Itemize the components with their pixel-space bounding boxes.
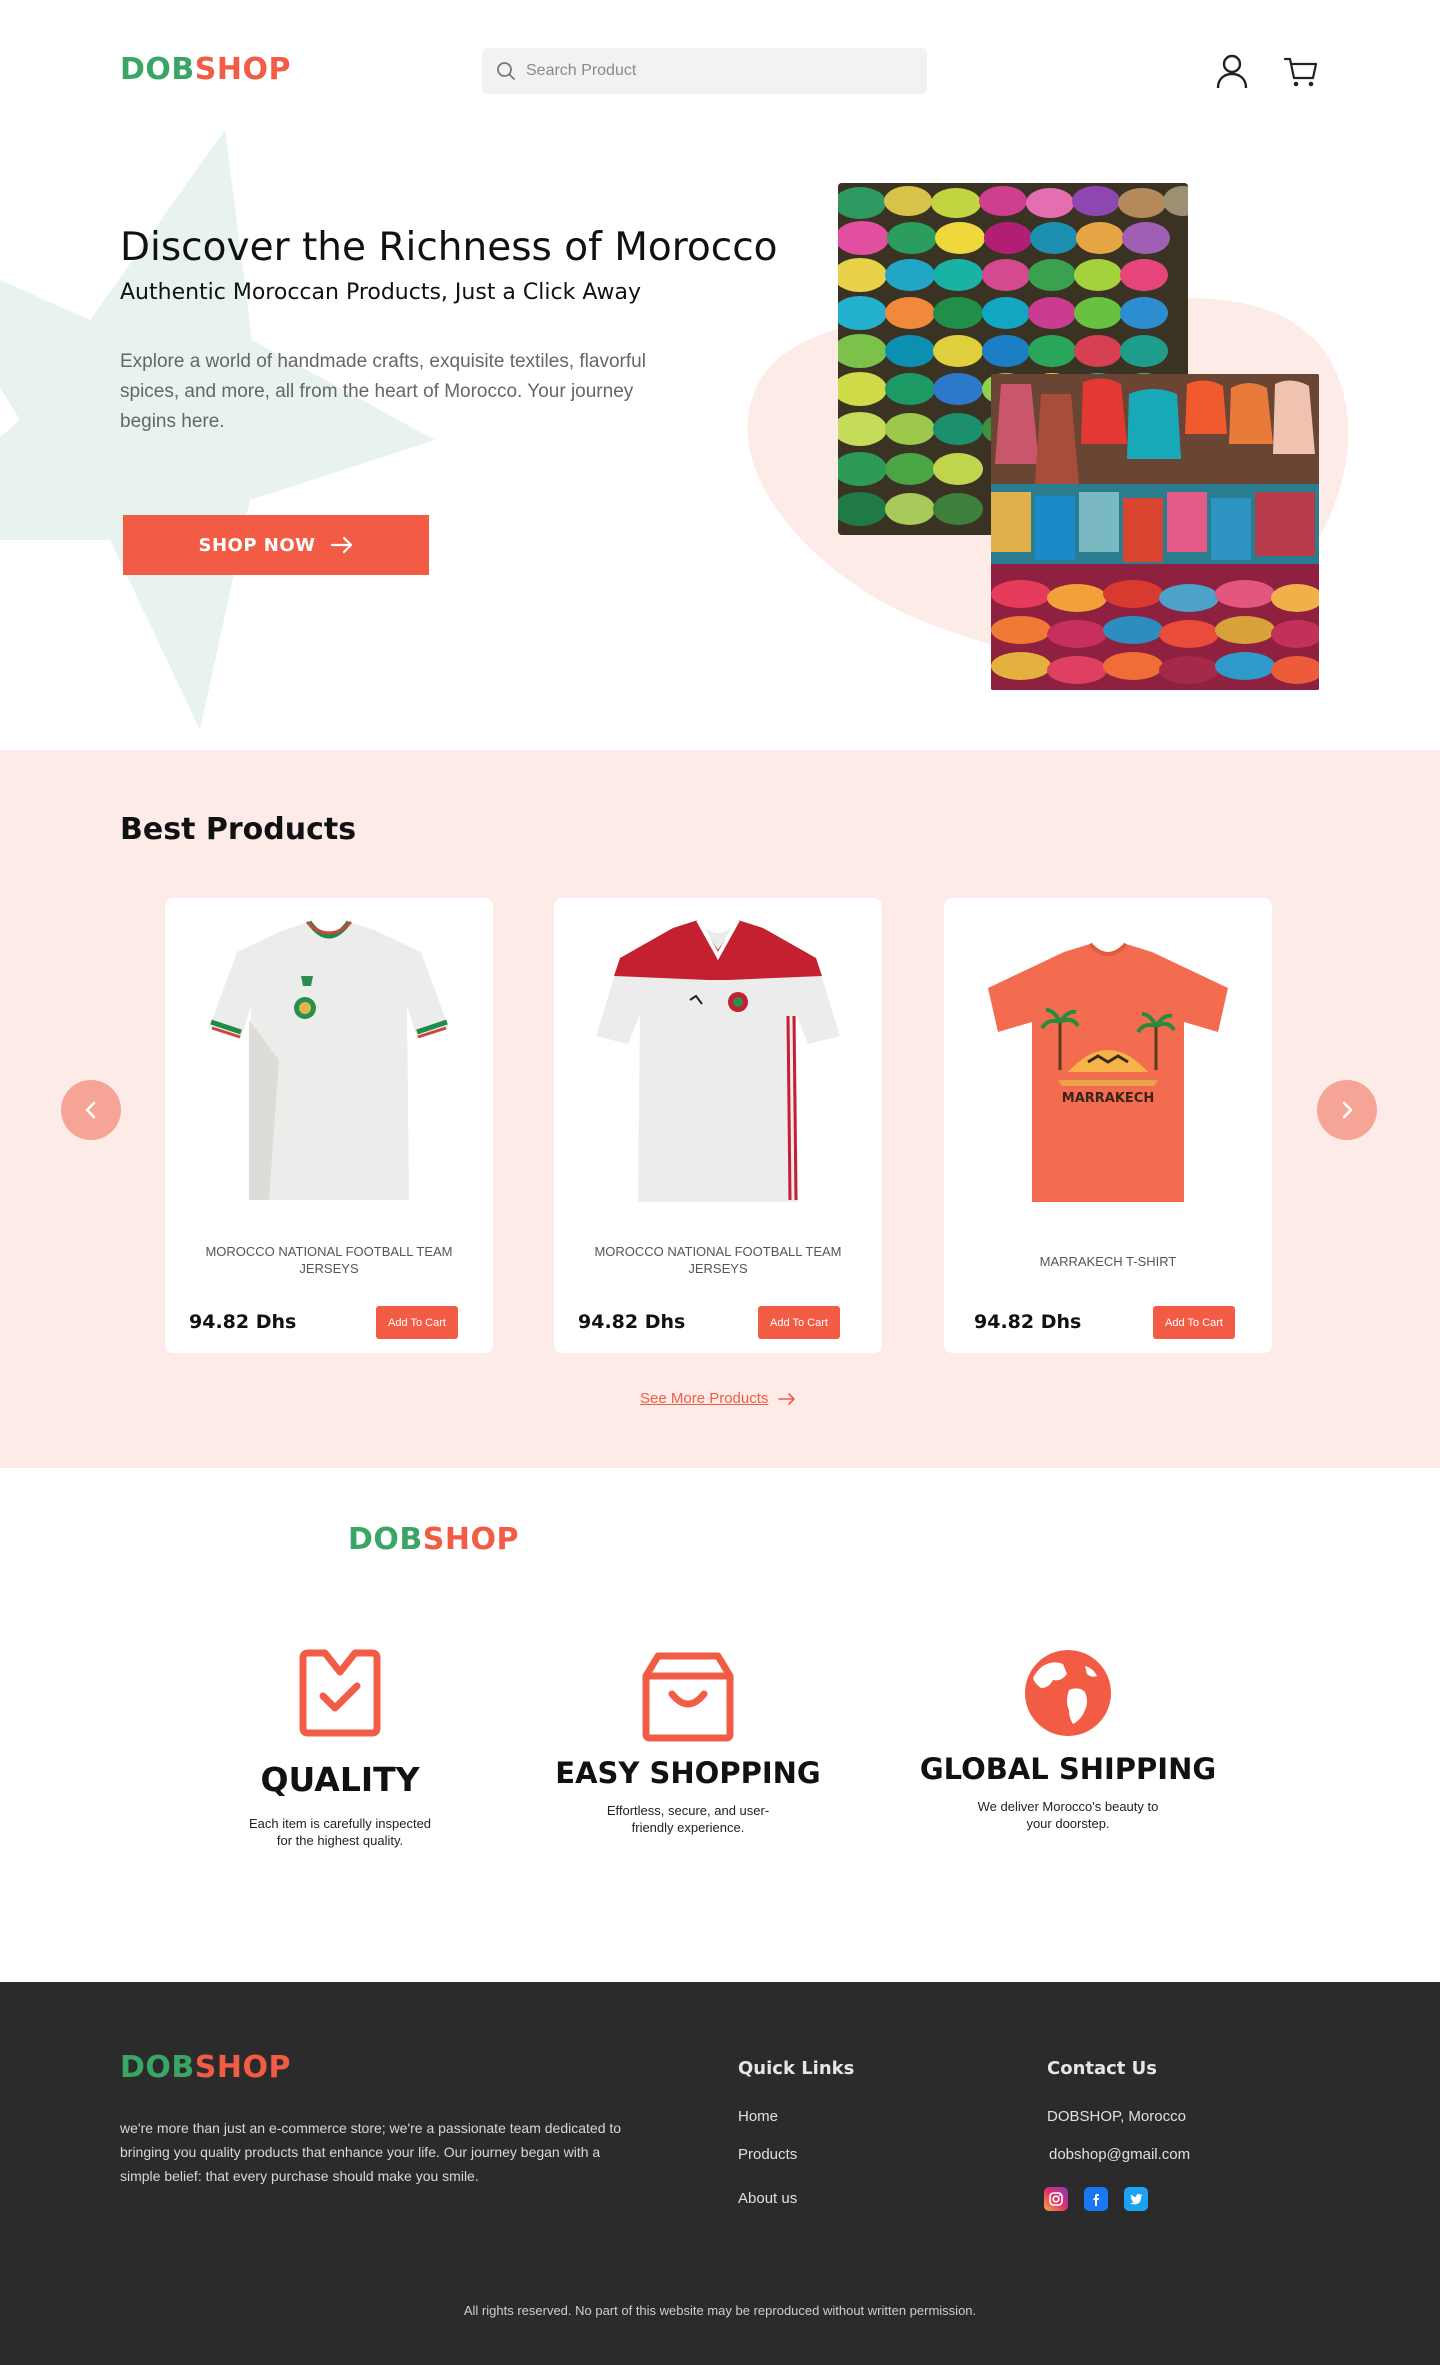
shop-now-label: SHOP NOW: [198, 534, 316, 556]
features-brand-logo: DOBSHOP: [348, 1522, 519, 1557]
contact-location: DOBSHOP, Morocco: [1047, 2108, 1186, 2125]
hero-image-bags: [991, 374, 1319, 690]
brand-logo-part1: DOB: [120, 2050, 195, 2085]
product-card[interactable]: MARRAKECH MARRAKECH T-SHIRT 94.82 Dhs Ad…: [944, 898, 1272, 1353]
brand-logo-part1: DOB: [348, 1522, 423, 1557]
site-footer: DOBSHOP we're more than just an e-commer…: [0, 1982, 1440, 2365]
add-to-cart-button[interactable]: Add To Cart: [376, 1306, 458, 1339]
shop-now-button[interactable]: SHOP NOW: [123, 515, 429, 575]
chevron-right-icon: [1342, 1101, 1353, 1119]
product-image-marrakech-tshirt: MARRAKECH: [988, 942, 1228, 1202]
hero-description: Explore a world of handmade crafts, exqu…: [120, 351, 646, 432]
feature-description: We deliver Morocco's beauty to your door…: [977, 1799, 1159, 1831]
chevron-left-icon: [85, 1101, 96, 1119]
arrow-right-icon: [330, 536, 352, 554]
product-price: 94.82 Dhs: [578, 1311, 686, 1333]
add-to-cart-button[interactable]: Add To Cart: [1153, 1306, 1235, 1339]
user-icon[interactable]: [1213, 52, 1251, 90]
best-products-section: Best Products MOROCCO NATIONAL FOOTBALL …: [0, 750, 1440, 1468]
instagram-icon[interactable]: [1044, 2187, 1068, 2211]
best-products-title: Best Products: [120, 812, 357, 847]
footer-link-products[interactable]: Products: [738, 2146, 797, 2163]
see-more-products-link[interactable]: See More Products: [640, 1390, 796, 1407]
product-price: 94.82 Dhs: [189, 1311, 297, 1333]
feature-quality: QUALITY Each item is carefully inspected…: [190, 1648, 490, 1849]
hero-title: Discover the Richness of Morocco: [120, 225, 778, 270]
carousel-next-button[interactable]: [1317, 1080, 1377, 1140]
product-card[interactable]: MOROCCO NATIONAL FOOTBALL TEAM JERSEYS 9…: [554, 898, 882, 1353]
search-bar[interactable]: [482, 48, 927, 94]
cart-icon[interactable]: [1282, 52, 1320, 90]
hero-subtitle: Authentic Moroccan Products, Just a Clic…: [120, 280, 641, 305]
shopping-bag-icon: [642, 1652, 734, 1742]
product-price: 94.82 Dhs: [974, 1311, 1082, 1333]
carousel-prev-button[interactable]: [61, 1080, 121, 1140]
feature-description: Each item is carefully inspected for the…: [248, 1816, 432, 1848]
product-image-jersey-white-green: [209, 920, 449, 1200]
product-name: MARRAKECH T-SHIRT: [1039, 1254, 1177, 1269]
quick-links-title: Quick Links: [738, 2058, 855, 2079]
feature-title: QUALITY: [260, 1760, 420, 1799]
quality-check-icon: [299, 1649, 381, 1737]
contact-email-link[interactable]: dobshop@gmail.com: [1049, 2146, 1190, 2163]
search-input[interactable]: [526, 62, 906, 80]
product-name: MOROCCO NATIONAL FOOTBALL TEAM JERSEYS: [594, 1244, 842, 1276]
footer-link-home[interactable]: Home: [738, 2108, 778, 2125]
contact-us-title: Contact Us: [1047, 2058, 1158, 2079]
brand-logo[interactable]: DOBSHOP: [120, 52, 291, 87]
product-name: MOROCCO NATIONAL FOOTBALL TEAM JERSEYS: [205, 1244, 453, 1276]
arrow-right-icon: [778, 1392, 796, 1405]
feature-global-shipping: GLOBAL SHIPPING We deliver Morocco's bea…: [918, 1648, 1218, 1832]
tshirt-print-text: MARRAKECH: [1062, 1091, 1154, 1106]
product-card[interactable]: MOROCCO NATIONAL FOOTBALL TEAM JERSEYS 9…: [165, 898, 493, 1353]
feature-easy-shopping: EASY SHOPPING Effortless, secure, and us…: [538, 1648, 838, 1836]
brand-logo-part1: DOB: [120, 52, 195, 87]
product-image-jersey-white-red: [596, 919, 840, 1202]
hero-section: Discover the Richness of Morocco Authent…: [0, 110, 1440, 750]
twitter-icon[interactable]: [1124, 2187, 1148, 2211]
footer-about-text: we're more than just an e-commerce store…: [120, 2120, 622, 2184]
brand-logo-part2: SHOP: [194, 52, 291, 87]
brand-logo-part2: SHOP: [422, 1522, 519, 1557]
footer-link-about-us[interactable]: About us: [738, 2190, 797, 2207]
feature-description: Effortless, secure, and user-friendly ex…: [606, 1803, 770, 1835]
facebook-icon[interactable]: [1084, 2187, 1108, 2211]
footer-copyright: All rights reserved. No part of this web…: [463, 2303, 977, 2318]
feature-title: GLOBAL SHIPPING: [919, 1752, 1217, 1786]
add-to-cart-button[interactable]: Add To Cart: [758, 1306, 840, 1339]
globe-icon: [1025, 1650, 1111, 1736]
search-icon: [497, 62, 515, 80]
feature-title: EASY SHOPPING: [555, 1756, 821, 1790]
footer-brand-logo[interactable]: DOBSHOP: [120, 2050, 291, 2085]
brand-logo-part2: SHOP: [194, 2050, 291, 2085]
see-more-label: See More Products: [640, 1390, 769, 1407]
